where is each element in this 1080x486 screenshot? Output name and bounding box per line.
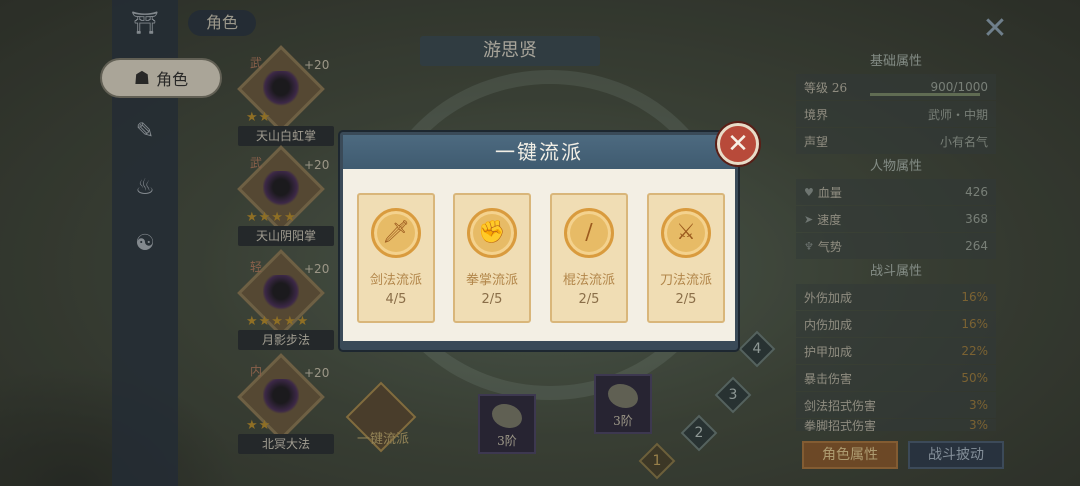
dialog-title: 一键流派 <box>495 140 583 164</box>
blade-icon: ⚔ <box>661 208 711 258</box>
school-card-blade[interactable]: ⚔ 刀法流派 2/5 <box>647 193 725 323</box>
dialog-footer <box>343 341 735 347</box>
fist-icon: ✊ <box>467 208 517 258</box>
school-count: 4/5 <box>385 292 407 307</box>
school-card-sword[interactable]: 🗡 剑法流派 4/5 <box>357 193 435 323</box>
sword-icon: 🗡 <box>371 208 421 258</box>
dialog-close-button[interactable]: ✕ <box>717 123 759 165</box>
school-card-staff[interactable]: ∕ 棍法流派 2/5 <box>550 193 628 323</box>
onekey-school-dialog: 一键流派 ✕ 🗡 剑法流派 4/5 ✊ 拳掌流派 2/5 ∕ 棍法流派 2/5 … <box>340 123 759 350</box>
school-count: 2/5 <box>481 292 503 307</box>
school-count: 2/5 <box>675 292 697 307</box>
school-count: 2/5 <box>578 292 600 307</box>
school-label: 剑法流派 <box>369 273 422 288</box>
school-card-fist[interactable]: ✊ 拳掌流派 2/5 <box>453 193 531 323</box>
school-label: 刀法流派 <box>659 273 712 288</box>
school-label: 拳掌流派 <box>465 273 518 288</box>
staff-icon: ∕ <box>564 208 614 258</box>
school-label: 棍法流派 <box>562 273 615 288</box>
